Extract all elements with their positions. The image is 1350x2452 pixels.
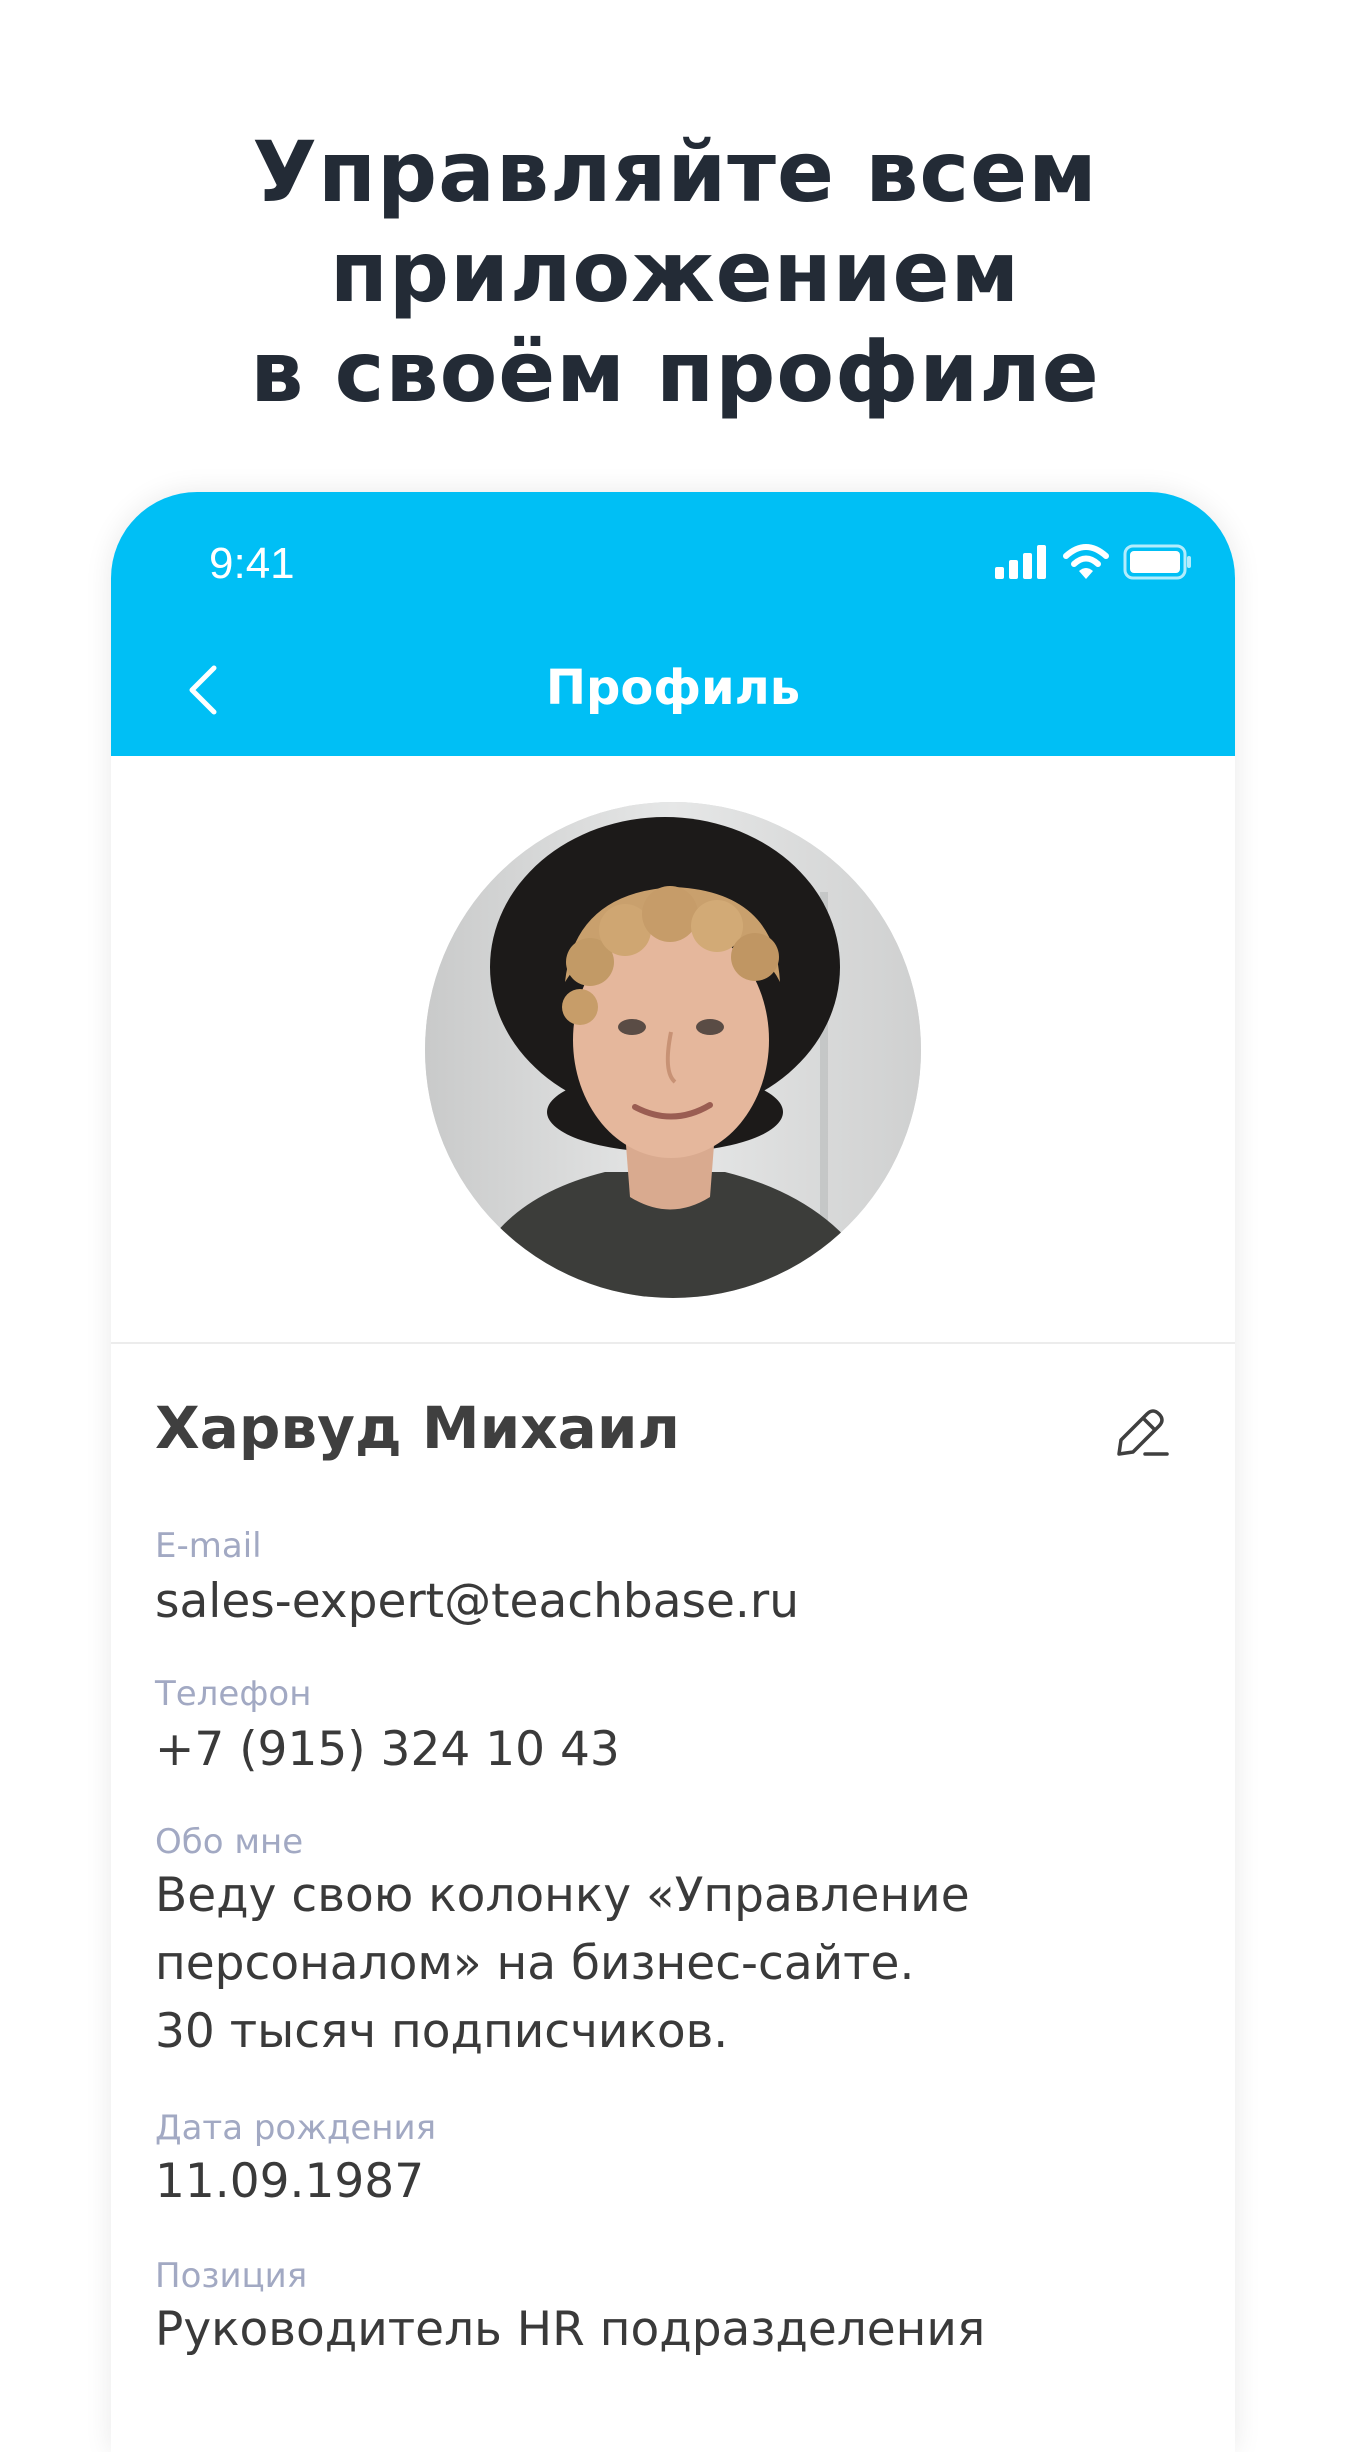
birthdate-value: 11.09.1987	[155, 2154, 425, 2209]
pencil-icon	[1109, 1409, 1173, 1468]
profile-name: Харвуд Михаил	[155, 1394, 680, 1462]
about-value: Веду свою колонку «Управление персоналом…	[155, 1868, 970, 2059]
status-time: 9:41	[209, 539, 295, 588]
phone-value: +7 (915) 324 10 43	[155, 1722, 620, 1777]
cellular-signal-icon	[995, 545, 1049, 583]
email-value: sales-expert@teachbase.ru	[155, 1574, 799, 1629]
edit-profile-button[interactable]	[1109, 1400, 1173, 1464]
email-label: E-mail	[155, 1526, 262, 1566]
avatar	[425, 802, 921, 1298]
about-label: Обо мне	[155, 1822, 304, 1862]
divider	[111, 1342, 1235, 1344]
status-icons	[981, 542, 1193, 586]
promo-headline: Управляйте всем приложением в своём проф…	[0, 122, 1350, 422]
headline-line-2: приложением	[329, 223, 1021, 321]
app-header: 9:41 Профиль	[111, 492, 1235, 756]
phone-screen: 9:41 Профиль Харвуд Михаил E-mail sales-…	[111, 492, 1235, 2452]
position-value: Руководитель HR подразделения	[155, 2302, 986, 2357]
headline-line-3: в своём профиле	[250, 323, 1100, 421]
headline-line-1: Управляйте всем	[252, 123, 1098, 221]
battery-icon	[1123, 544, 1193, 584]
wifi-icon	[1063, 544, 1109, 584]
position-label: Позиция	[155, 2256, 308, 2296]
phone-label: Телефон	[155, 1674, 312, 1714]
page-title: Профиль	[545, 660, 801, 716]
birthdate-label: Дата рождения	[155, 2108, 437, 2148]
